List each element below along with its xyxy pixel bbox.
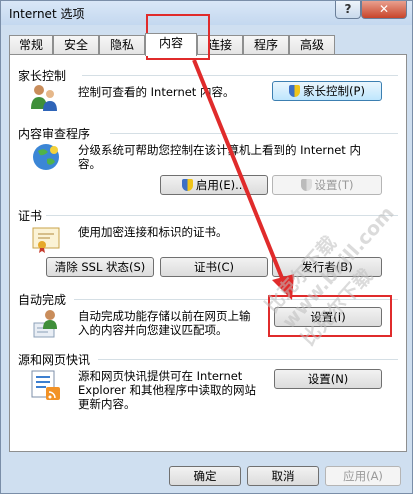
uac-shield-icon [289, 85, 301, 97]
family-users-icon [31, 85, 57, 111]
enable-button-label: 启用(E)... [195, 178, 247, 192]
parental-controls-description: 控制可查看的 Internet 内容。 [78, 85, 235, 99]
tab-general[interactable]: 常规 [9, 35, 53, 55]
parental-controls-button-label: 家长控制(P) [303, 84, 365, 98]
uac-shield-icon [181, 179, 193, 191]
section-title-content-advisor: 内容审查程序 [18, 127, 91, 141]
certificates-button[interactable]: 证书(C) [160, 257, 268, 277]
autocomplete-description-line1: 自动完成功能存储以前在网页上输 [78, 309, 251, 323]
ok-button[interactable]: 确定 [169, 466, 241, 486]
help-button[interactable]: ? [335, 1, 361, 19]
tab-advanced[interactable]: 高级 [289, 35, 335, 55]
autocomplete-user-icon [33, 310, 57, 338]
section-divider [82, 75, 398, 76]
feeds-description-line2: Explorer 和其他程序中读取的网站 [78, 383, 257, 397]
tab-privacy[interactable]: 隐私 [99, 35, 145, 55]
certificates-description: 使用加密连接和标识的证书。 [78, 225, 228, 239]
certificate-icon [32, 227, 60, 253]
feeds-settings-button[interactable]: 设置(N) [274, 369, 382, 389]
parental-controls-button[interactable]: 家长控制(P) [272, 81, 382, 101]
content-advisor-description-line2: 容。 [78, 157, 101, 171]
section-divider [98, 359, 398, 360]
feeds-description-line3: 更新内容。 [78, 397, 136, 411]
section-divider [46, 215, 398, 216]
publishers-button[interactable]: 发行者(B) [272, 257, 382, 277]
cancel-button[interactable]: 取消 [247, 466, 319, 486]
globe-icon [33, 144, 59, 170]
section-title-autocomplete: 自动完成 [18, 293, 67, 307]
tab-security[interactable]: 安全 [53, 35, 99, 55]
feeds-description-line1: 源和网页快讯提供可在 Internet [78, 369, 243, 383]
section-title-certificates: 证书 [18, 209, 43, 223]
section-divider [110, 133, 398, 134]
section-title-feeds: 源和网页快讯 [18, 353, 91, 367]
content-tab-panel: 家长控制 控制可查看的 Internet 内容。 家长控制(P) 内容审查程序 … [9, 54, 407, 452]
autocomplete-description-line2: 入的内容并向您建议匹配项。 [78, 323, 228, 337]
content-advisor-description-line1: 分级系统可帮助您控制在该计算机上看到的 Internet 内 [78, 143, 361, 157]
uac-shield-icon [300, 179, 312, 191]
close-button[interactable]: ✕ [361, 1, 407, 19]
highlight-box-autocomplete-settings [268, 295, 392, 337]
internet-options-window: Internet 选项 ? ✕ 常规 安全 隐私 内容 连接 程序 高级 家长控… [0, 0, 413, 494]
enable-button[interactable]: 启用(E)... [160, 175, 268, 195]
tab-content[interactable]: 内容 [145, 33, 197, 56]
window-title: Internet 选项 [9, 7, 85, 21]
content-advisor-settings-button[interactable]: 设置(T) [272, 175, 382, 195]
clear-ssl-state-button[interactable]: 清除 SSL 状态(S) [46, 257, 154, 277]
content-advisor-settings-label: 设置(T) [314, 178, 354, 192]
tab-programs[interactable]: 程序 [243, 35, 289, 55]
apply-button[interactable]: 应用(A) [325, 466, 401, 486]
rss-feed-icon [31, 370, 60, 400]
